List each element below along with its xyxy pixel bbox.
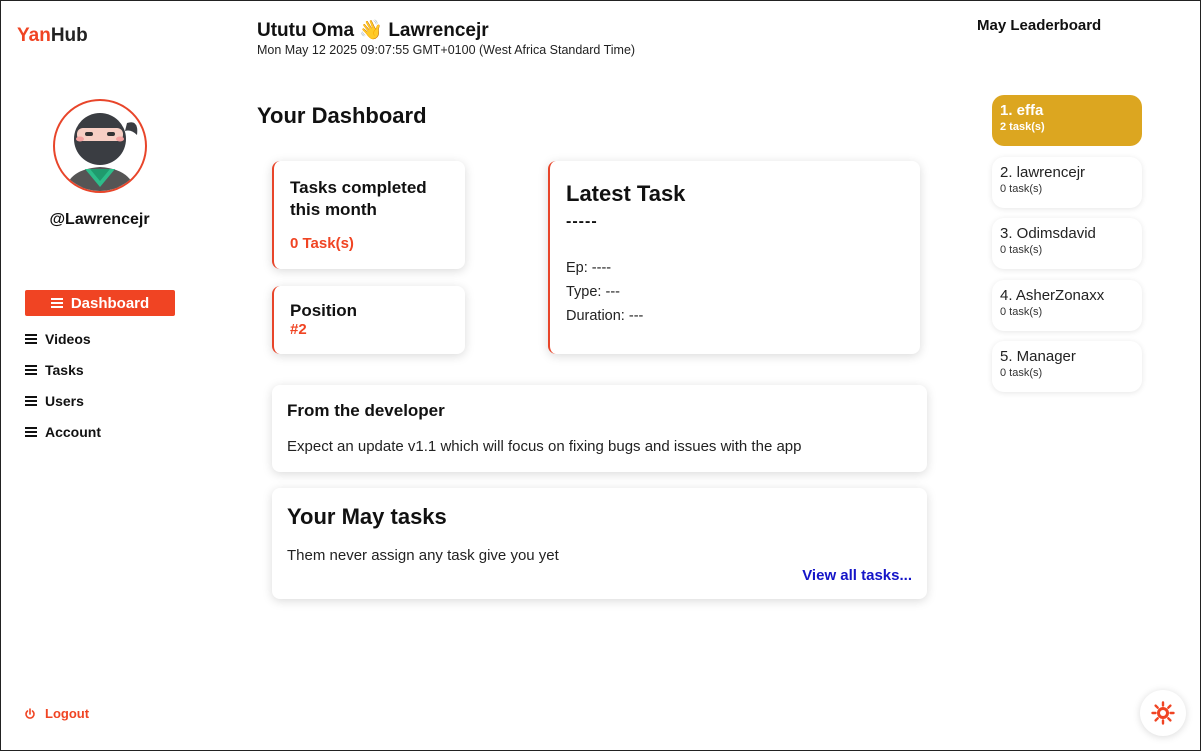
- hamburger-icon: [25, 394, 37, 408]
- monthly-tasks-title: Your May tasks: [287, 504, 447, 529]
- sidebar-item-label: Dashboard: [70, 294, 150, 312]
- leaderboard-entry-count: 2 task(s): [1000, 121, 1045, 133]
- brand-logo-part1: Yan: [17, 25, 51, 46]
- leaderboard-entry-name: 5. Manager: [1000, 348, 1076, 365]
- developer-message-card: From the developer Expect an update v1.1…: [272, 385, 927, 472]
- page-title: Your Dashboard: [257, 103, 427, 128]
- logout-label: Logout: [45, 706, 90, 721]
- power-icon: [25, 707, 35, 719]
- monthly-tasks-card: Your May tasks Them never assign any tas…: [272, 488, 927, 599]
- sidebar-item-users[interactable]: Users: [25, 388, 175, 414]
- leaderboard-title: May Leaderboard: [977, 17, 1102, 34]
- sidebar-item-label: Account: [45, 424, 101, 440]
- leaderboard-entry-name: 3. Odimsdavid: [1000, 225, 1096, 242]
- leaderboard-entry-name: 4. AsherZonaxx: [1000, 286, 1105, 304]
- sidebar-item-account[interactable]: Account: [25, 419, 175, 445]
- leaderboard-entry[interactable]: 1. effa 2 task(s): [992, 95, 1142, 146]
- leaderboard-entry-count: 0 task(s): [1000, 305, 1043, 318]
- leaderboard-entry-name: 1. effa: [1000, 102, 1044, 119]
- latest-task-ep: Ep: ----: [566, 260, 612, 276]
- leaderboard-entry-count: 0 task(s): [1000, 367, 1043, 379]
- sidebar-item-label: Users: [45, 393, 84, 409]
- logout-button[interactable]: Logout: [24, 706, 89, 721]
- sidebar-item-tasks[interactable]: Tasks: [25, 357, 175, 383]
- hamburger-icon: [25, 332, 37, 346]
- hamburger-icon: [50, 296, 63, 310]
- latest-task-card: Latest Task ----- Ep: ---- Type: --- Dur…: [548, 161, 920, 354]
- leaderboard-entry[interactable]: 3. Odimsdavid 0 task(s): [992, 218, 1142, 269]
- brand-logo[interactable]: YanHub: [17, 25, 88, 47]
- view-all-tasks-link[interactable]: View all tasks...: [802, 567, 912, 584]
- sidebar-item-dashboard[interactable]: Dashboard: [25, 290, 175, 316]
- leaderboard-entry[interactable]: 2. lawrencejr 0 task(s): [992, 156, 1142, 208]
- leaderboard-list: 1. effa 2 task(s) 2. lawrencejr 0 task(s…: [992, 95, 1142, 403]
- leaderboard-entry[interactable]: 4. AsherZonaxx 0 task(s): [992, 279, 1142, 331]
- current-datetime: Mon May 12 2025 09:07:55 GMT+0100 (West …: [257, 43, 636, 57]
- sun-icon: [1151, 701, 1175, 725]
- tasks-completed-card: Tasks completed this month 0 Task(s): [272, 161, 465, 269]
- latest-task-name: -----: [566, 213, 598, 230]
- theme-toggle-button[interactable]: [1140, 690, 1186, 736]
- developer-message-title: From the developer: [287, 401, 445, 420]
- tasks-completed-value: 0 Task(s): [290, 235, 354, 252]
- ninja-avatar-icon: [65, 113, 138, 191]
- leaderboard-entry[interactable]: 5. Manager 0 task(s): [992, 341, 1142, 392]
- latest-task-type: Type: ---: [566, 284, 620, 300]
- latest-task-title: Latest Task: [566, 181, 686, 206]
- sidebar-nav: Dashboard Videos Tasks Users Account: [25, 290, 175, 450]
- sidebar-item-label: Videos: [45, 331, 91, 347]
- hamburger-icon: [25, 363, 37, 377]
- position-title: Position: [290, 301, 358, 320]
- latest-task-duration: Duration: ---: [566, 308, 644, 324]
- leaderboard-entry-count: 0 task(s): [1000, 244, 1043, 256]
- tasks-completed-title: Tasks completed this month: [290, 178, 427, 219]
- position-value: #2: [290, 321, 307, 338]
- sidebar-item-videos[interactable]: Videos: [25, 326, 175, 352]
- leaderboard-entry-count: 0 task(s): [1000, 182, 1043, 195]
- avatar: [53, 99, 147, 193]
- sidebar-item-label: Tasks: [45, 362, 84, 378]
- position-card: Position #2: [272, 286, 465, 354]
- developer-message-text: Expect an update v1.1 which will focus o…: [287, 438, 802, 455]
- profile-username: @Lawrencejr: [49, 211, 150, 228]
- greeting-heading: Ututu Oma 👋 Lawrencejr: [257, 20, 489, 41]
- leaderboard-entry-name: 2. lawrencejr: [1000, 163, 1086, 181]
- hamburger-icon: [25, 425, 37, 439]
- monthly-tasks-message: Them never assign any task give you yet: [287, 547, 559, 564]
- brand-logo-part2: Hub: [50, 25, 88, 46]
